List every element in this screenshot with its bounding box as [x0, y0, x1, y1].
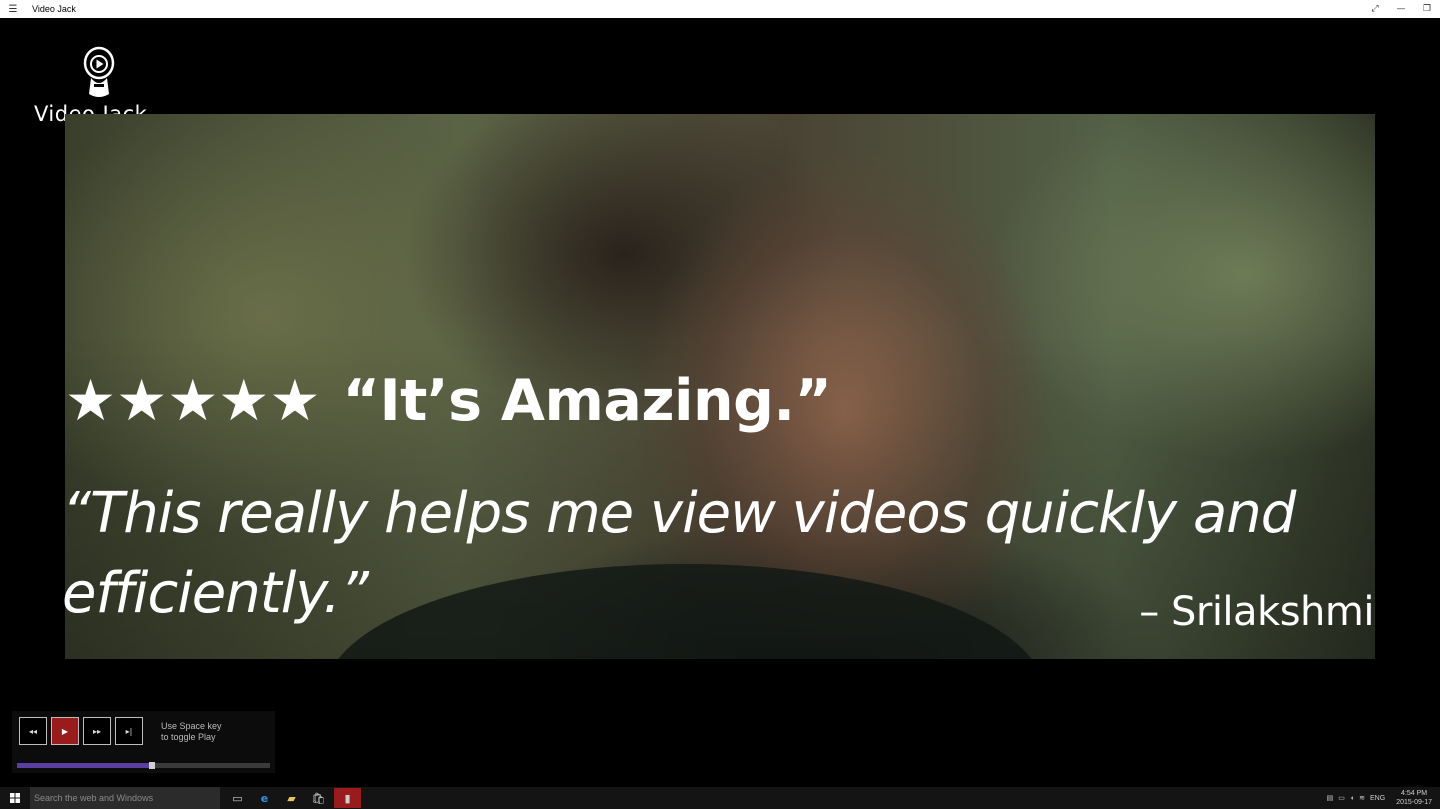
next-button[interactable]: ▸|: [115, 717, 143, 745]
display-icon[interactable]: ▭: [1338, 794, 1345, 802]
windows-logo-icon: [10, 793, 20, 803]
hamburger-icon[interactable]: ☰: [0, 0, 26, 18]
taskbar-search-input[interactable]: Search the web and Windows: [30, 787, 220, 809]
progress-track[interactable]: [17, 762, 270, 769]
minimize-icon[interactable]: —: [1388, 0, 1414, 18]
system-tray: ▤ ▭ ◖ ≋ ENG 4:54 PM 2015-09-17: [1327, 787, 1432, 809]
fast-forward-icon: ▸▸: [92, 726, 102, 736]
play-button[interactable]: ▶: [51, 717, 79, 745]
review-headline: ★★★★★ “It’s Amazing.”: [65, 368, 832, 434]
window-controls: ⤢ — ❐: [1362, 0, 1440, 18]
rating-stars: ★★★★★: [65, 368, 321, 434]
rewind-button[interactable]: ◂◂: [19, 717, 47, 745]
player-controls: ◂◂ ▶ ▸▸ ▸| Use Space key to toggle Play: [12, 711, 275, 773]
progress-fill: [17, 763, 149, 768]
clock[interactable]: 4:54 PM 2015-09-17: [1396, 789, 1432, 807]
play-hint: Use Space key to toggle Play: [161, 721, 222, 743]
store-icon[interactable]: 🛍: [305, 787, 332, 809]
volume-icon[interactable]: ◖: [1350, 795, 1354, 802]
app-area: Video Jack ★★★★★“It’s Amazing.” “This re…: [0, 18, 1440, 787]
play-mascot-icon: [83, 46, 115, 97]
language-indicator[interactable]: ENG: [1370, 795, 1385, 802]
play-icon: ▶: [61, 726, 69, 736]
start-button[interactable]: [0, 787, 30, 809]
video-jack-icon[interactable]: ▮: [334, 788, 361, 808]
clock-time: 4:54 PM: [1401, 790, 1428, 797]
edge-icon[interactable]: e: [251, 787, 278, 809]
progress-thumb[interactable]: [148, 762, 155, 769]
restore-icon[interactable]: ❐: [1414, 0, 1440, 18]
clock-date: 2015-09-17: [1396, 799, 1432, 806]
task-view-icon[interactable]: ▭: [224, 787, 251, 809]
taskbar: Search the web and Windows ▭ e ▰ 🛍 ▮ ▤ ▭…: [0, 787, 1440, 809]
network-icon[interactable]: ▤: [1327, 794, 1334, 802]
wifi-icon[interactable]: ≋: [1359, 794, 1365, 802]
fullscreen-icon[interactable]: ⤢: [1362, 0, 1388, 18]
hint-line-1: Use Space key: [161, 721, 222, 731]
rewind-icon: ◂◂: [28, 726, 38, 736]
fast-forward-button[interactable]: ▸▸: [83, 717, 111, 745]
review-author: – Srilakshmi: [1139, 589, 1374, 635]
skip-next-icon: ▸|: [125, 726, 133, 736]
hint-line-2: to toggle Play: [161, 732, 216, 742]
file-explorer-icon[interactable]: ▰: [278, 787, 305, 809]
title-bar: ☰ Video Jack ⤢ — ❐: [0, 0, 1440, 18]
headline-text: “It’s Amazing.”: [342, 368, 833, 434]
window-title: Video Jack: [32, 4, 76, 14]
